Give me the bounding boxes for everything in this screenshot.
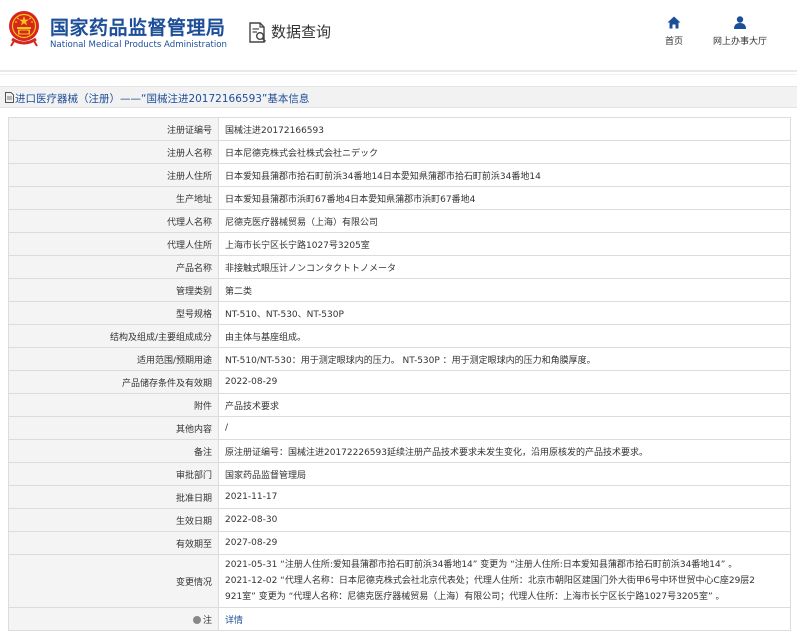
table-row: 生产地址 日本爱知县蒲郡市浜町67番地4日本愛知県蒲郡市浜町67番地4 bbox=[8, 186, 791, 210]
nav-online-service-hall[interactable]: 网上办事大厅 bbox=[705, 16, 775, 47]
row-label: 型号规格 bbox=[8, 301, 219, 325]
table-row: 注册人名称 日本尼德克株式会社株式会社ニデック bbox=[8, 140, 791, 164]
row-label: 备注 bbox=[8, 439, 219, 463]
table-row: 其他内容 / bbox=[8, 416, 791, 440]
row-label: 批准日期 bbox=[8, 485, 219, 509]
row-value: 2027-08-29 bbox=[218, 531, 791, 555]
data-query-title: 数据查询 bbox=[271, 23, 332, 41]
table-row: 管理类别 第二类 bbox=[8, 278, 791, 302]
note-icon bbox=[192, 616, 201, 624]
row-value: 非接触式眼压计ノンコンタクトトノメータ bbox=[218, 255, 791, 279]
details-link[interactable]: 详情 bbox=[225, 616, 243, 626]
row-label: 其他内容 bbox=[8, 416, 219, 440]
table-row: 产品储存条件及有效期 2022-08-29 bbox=[8, 370, 791, 394]
row-value: 2021-11-17 bbox=[218, 485, 791, 509]
row-label: 有效期至 bbox=[8, 531, 219, 555]
row-value: 日本爱知县蒲郡市浜町67番地4日本愛知県蒲郡市浜町67番地4 bbox=[218, 186, 791, 210]
page-title-bar: 进口医疗器械（注册）——“国械注进20172166593”基本信息 bbox=[0, 86, 797, 108]
row-value: NT-510、NT-530、NT-530P bbox=[218, 301, 791, 325]
nav-online-service-hall-label: 网上办事大厅 bbox=[712, 37, 767, 47]
note-label-cell: 注 bbox=[8, 607, 219, 631]
table-row: 备注 原注册证编号：国械注进20172226593延续注册产品技术要求未发生变化，… bbox=[8, 439, 791, 463]
home-icon bbox=[667, 16, 681, 29]
row-value: 上海市长宁区长宁路1027号3205室 bbox=[218, 232, 791, 256]
device-info-table: 注册证编号 国械注进20172166593 注册人名称 日本尼德克株式会社株式会社ニデ… bbox=[8, 117, 791, 631]
table-row: 代理人名称 尼德克医疗器械贸易（上海）有限公司 bbox=[8, 209, 791, 233]
row-label: 代理人住所 bbox=[8, 232, 219, 256]
row-label: 管理类别 bbox=[8, 278, 219, 302]
change-history-line: 921室” 变更为 “代理人名称：尼德克医疗器械贸易（上海）有限公司；代理人住所… bbox=[225, 592, 725, 602]
national-emblem-icon bbox=[9, 11, 39, 47]
row-value: 国械注进20172166593 bbox=[218, 117, 791, 141]
header-divider bbox=[0, 70, 797, 72]
row-label: 产品名称 bbox=[8, 255, 219, 279]
table-row: 生效日期 2022-08-30 bbox=[8, 508, 791, 532]
row-value: 产品技术要求 bbox=[218, 393, 791, 417]
header-divider-inner bbox=[0, 74, 797, 75]
row-value: 国家药品监督管理局 bbox=[218, 462, 791, 486]
row-value: 第二类 bbox=[218, 278, 791, 302]
row-value: NT-510/NT-530：用于测定眼球内的压力。 NT-530P ：用于测定眼… bbox=[218, 347, 791, 371]
row-label: 生产地址 bbox=[8, 186, 219, 210]
nav-home-label: 首页 bbox=[664, 37, 683, 47]
table-row: 有效期至 2027-08-29 bbox=[8, 531, 791, 555]
table-row: 适用范围/预期用途 NT-510/NT-530：用于测定眼球内的压力。 NT-53… bbox=[8, 347, 791, 371]
row-label: 适用范围/预期用途 bbox=[8, 347, 219, 371]
row-label: 产品储存条件及有效期 bbox=[8, 370, 219, 394]
table-row: 审批部门 国家药品监督管理局 bbox=[8, 462, 791, 486]
nav-home[interactable]: 首页 bbox=[655, 16, 693, 47]
table-row: 型号规格 NT-510、NT-530、NT-530P bbox=[8, 301, 791, 325]
change-history-line: 2021-12-02 “代理人名称：日本尼德克株式会社北京代表处；代理人住所：北… bbox=[225, 576, 756, 586]
row-label: 注册人住所 bbox=[8, 163, 219, 187]
row-label: 注册证编号 bbox=[8, 117, 219, 141]
table-row: 注册人住所 日本爱知县蒲郡市拾石町前浜34番地14日本愛知県蒲郡市拾石町前浜34番… bbox=[8, 163, 791, 187]
site-header: 国家药品监督管理局 National Medical Products Admi… bbox=[0, 0, 797, 66]
brand-title-en: National Medical Products Administration bbox=[50, 40, 227, 50]
row-value: 尼德克医疗器械贸易（上海）有限公司 bbox=[218, 209, 791, 233]
row-label: 结构及组成/主要组成成分 bbox=[8, 324, 219, 348]
row-value: 日本尼德克株式会社株式会社ニデック bbox=[218, 140, 791, 164]
table-row: 注册证编号 国械注进20172166593 bbox=[8, 117, 791, 141]
table-row: 变更情况 2021-05-31 “注册人住所:爱知县蒲郡市拾石町前浜34番地14… bbox=[8, 554, 791, 608]
table-row: 附件 产品技术要求 bbox=[8, 393, 791, 417]
row-label: 注 bbox=[202, 615, 212, 626]
row-label: 附件 bbox=[8, 393, 219, 417]
page-title: 进口医疗器械（注册）——“国械注进20172166593”基本信息 bbox=[15, 93, 310, 105]
table-row: 产品名称 非接触式眼压计ノンコンタクトトノメータ bbox=[8, 255, 791, 279]
row-value: 2022-08-29 bbox=[218, 370, 791, 394]
row-label: 生效日期 bbox=[8, 508, 219, 532]
document-search-icon bbox=[249, 22, 267, 43]
row-label: 代理人名称 bbox=[8, 209, 219, 233]
table-row: 结构及组成/主要组成成分 由主体与基座组成。 bbox=[8, 324, 791, 348]
row-value: / bbox=[218, 416, 791, 440]
change-history-value: 2021-05-31 “注册人住所:爱知县蒲郡市拾石町前浜34番地14” 变更为… bbox=[218, 554, 791, 608]
row-value: 2022-08-30 bbox=[218, 508, 791, 532]
row-label: 变更情况 bbox=[8, 554, 219, 608]
change-history-line: 2021-05-31 “注册人住所:爱知县蒲郡市拾石町前浜34番地14” 变更为… bbox=[225, 560, 738, 570]
table-row: 批准日期 2021-11-17 bbox=[8, 485, 791, 509]
table-row: 注 详情 bbox=[8, 607, 791, 631]
row-label: 注册人名称 bbox=[8, 140, 219, 164]
row-label: 审批部门 bbox=[8, 462, 219, 486]
note-value-cell: 详情 bbox=[218, 607, 791, 631]
brand-title-cn: 国家药品监督管理局 bbox=[50, 17, 226, 39]
table-row: 代理人住所 上海市长宁区长宁路1027号3205室 bbox=[8, 232, 791, 256]
row-value: 原注册证编号：国械注进20172226593延续注册产品技术要求未发生变化，沿用… bbox=[218, 439, 791, 463]
document-icon bbox=[5, 92, 14, 103]
row-value: 由主体与基座组成。 bbox=[218, 324, 791, 348]
row-value: 日本爱知县蒲郡市拾石町前浜34番地14日本愛知県蒲郡市拾石町前浜34番地14 bbox=[218, 163, 791, 187]
person-icon bbox=[734, 16, 746, 29]
